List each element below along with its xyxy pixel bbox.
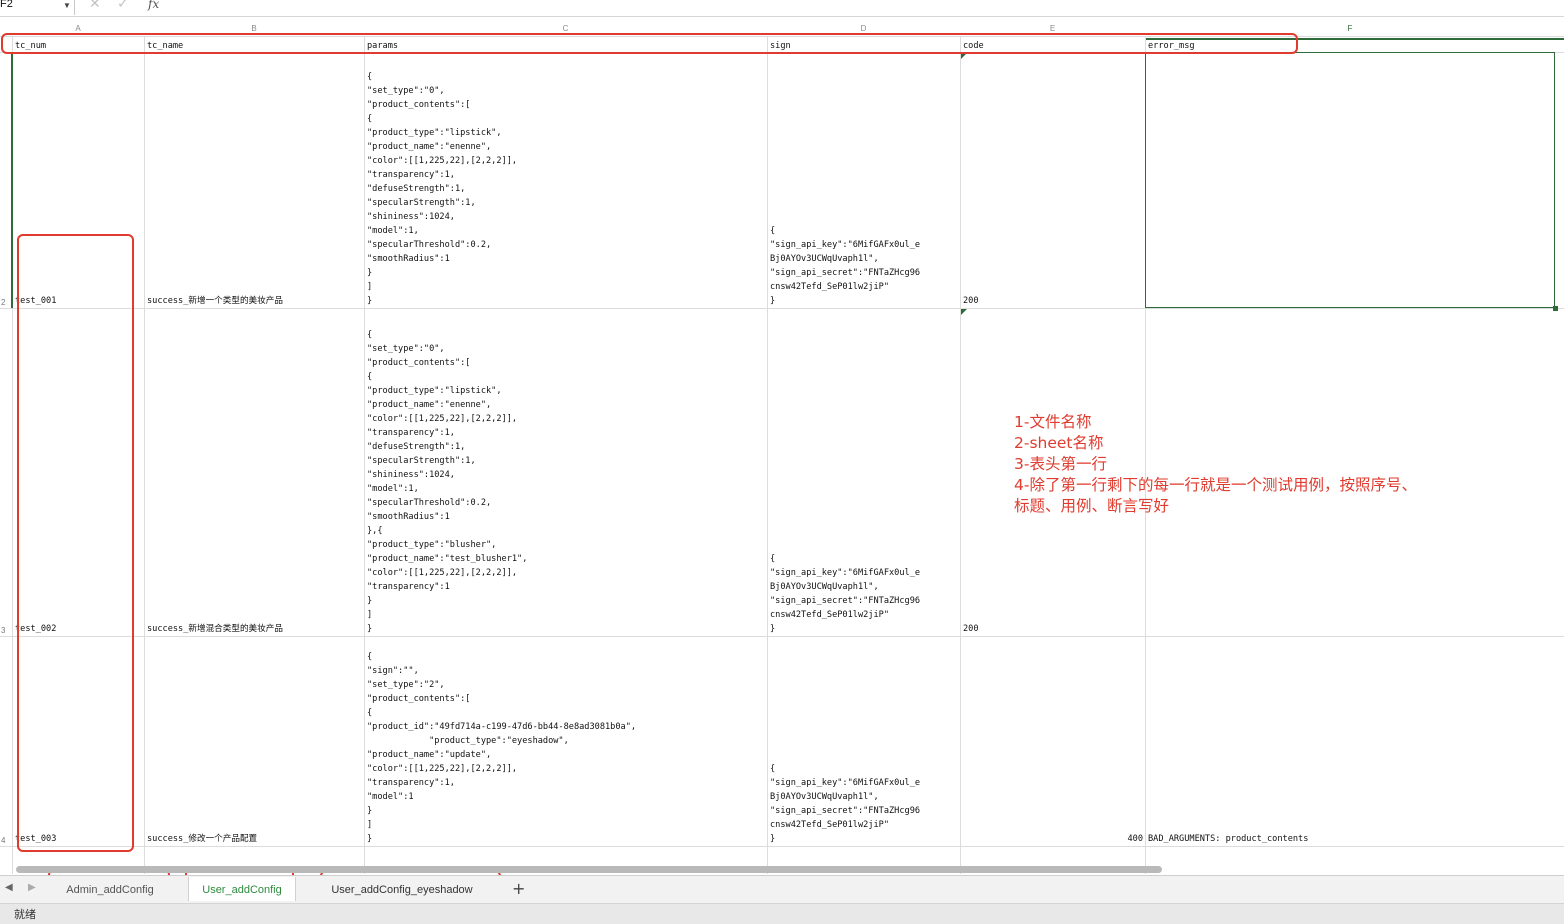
prev-sheet-icon[interactable]: ◀ bbox=[5, 882, 13, 893]
tc-num-highlight bbox=[17, 234, 134, 852]
cell-params[interactable]: { "set_type":"0", "product_contents":[ {… bbox=[367, 70, 517, 308]
cell-code[interactable]: 200 bbox=[963, 622, 979, 636]
cell-code[interactable]: 200 bbox=[963, 294, 979, 308]
fill-handle[interactable] bbox=[1553, 306, 1558, 311]
name-box[interactable]: F2 ▼ bbox=[0, 0, 75, 15]
row-number[interactable]: 3 bbox=[1, 626, 5, 635]
status-bar bbox=[0, 903, 1564, 924]
cell-code[interactable]: 400 bbox=[963, 832, 1143, 846]
cell-tc-name[interactable]: success_新增混合类型的美妆产品 bbox=[147, 622, 283, 636]
selected-row-indicator bbox=[11, 52, 13, 308]
cell-tc-name[interactable]: success_新增一个类型的美妆产品 bbox=[147, 294, 283, 308]
grid-line bbox=[0, 636, 1564, 637]
row-number[interactable]: 2 bbox=[1, 298, 5, 307]
grid-line bbox=[960, 36, 961, 874]
selected-cell-f2[interactable] bbox=[1145, 52, 1555, 308]
grid-line bbox=[144, 36, 145, 874]
confirm-icon[interactable]: ✓ bbox=[117, 0, 129, 12]
row-number[interactable]: 4 bbox=[1, 836, 5, 845]
cell-sign[interactable]: { "sign_api_key":"6MifGAFx0ul_e Bj0AYOv3… bbox=[770, 552, 920, 636]
fx-icon[interactable]: fx bbox=[148, 0, 159, 11]
add-sheet-icon[interactable]: + bbox=[512, 879, 525, 898]
cell-error-msg[interactable]: BAD_ARGUMENTS: product_contents bbox=[1148, 832, 1308, 846]
grid-line bbox=[0, 308, 1564, 309]
grid-line bbox=[364, 36, 365, 874]
sheet-tab-admin-addconfig[interactable]: Admin_addConfig bbox=[52, 877, 168, 901]
cancel-icon[interactable]: ✕ bbox=[89, 0, 101, 12]
next-sheet-icon[interactable]: ▶ bbox=[28, 882, 36, 893]
grid-line bbox=[0, 846, 1564, 847]
horizontal-scrollbar[interactable] bbox=[16, 866, 1162, 873]
annotation-text: 1-文件名称 2-sheet名称 3-表头第一行 4-除了第一行剩下的每一行就是… bbox=[1014, 413, 1417, 515]
name-box-value: F2 bbox=[0, 0, 13, 10]
grid-line bbox=[767, 36, 768, 874]
status-text: 就绪 bbox=[14, 908, 36, 921]
sheet-tab-user-addconfig[interactable]: User_addConfig bbox=[188, 877, 296, 901]
cell-sign[interactable]: { "sign_api_key":"6MifGAFx0ul_e Bj0AYOv3… bbox=[770, 762, 920, 846]
chevron-down-icon[interactable]: ▼ bbox=[63, 0, 71, 12]
header-row-highlight bbox=[1, 33, 1298, 54]
comment-indicator bbox=[961, 309, 967, 315]
cell-params[interactable]: { "sign":"", "set_type":"2", "product_co… bbox=[367, 650, 636, 846]
sheet-tab-user-addconfig-eyeshadow[interactable]: User_addConfig_eyeshadow bbox=[322, 877, 482, 901]
cell-params[interactable]: { "set_type":"0", "product_contents":[ {… bbox=[367, 328, 527, 636]
cell-sign[interactable]: { "sign_api_key":"6MifGAFx0ul_e Bj0AYOv3… bbox=[770, 224, 920, 308]
cell-tc-name[interactable]: success_修改一个产品配置 bbox=[147, 832, 257, 846]
formula-bar: F2 ▼ ✕ ✓ fx bbox=[0, 0, 1564, 17]
